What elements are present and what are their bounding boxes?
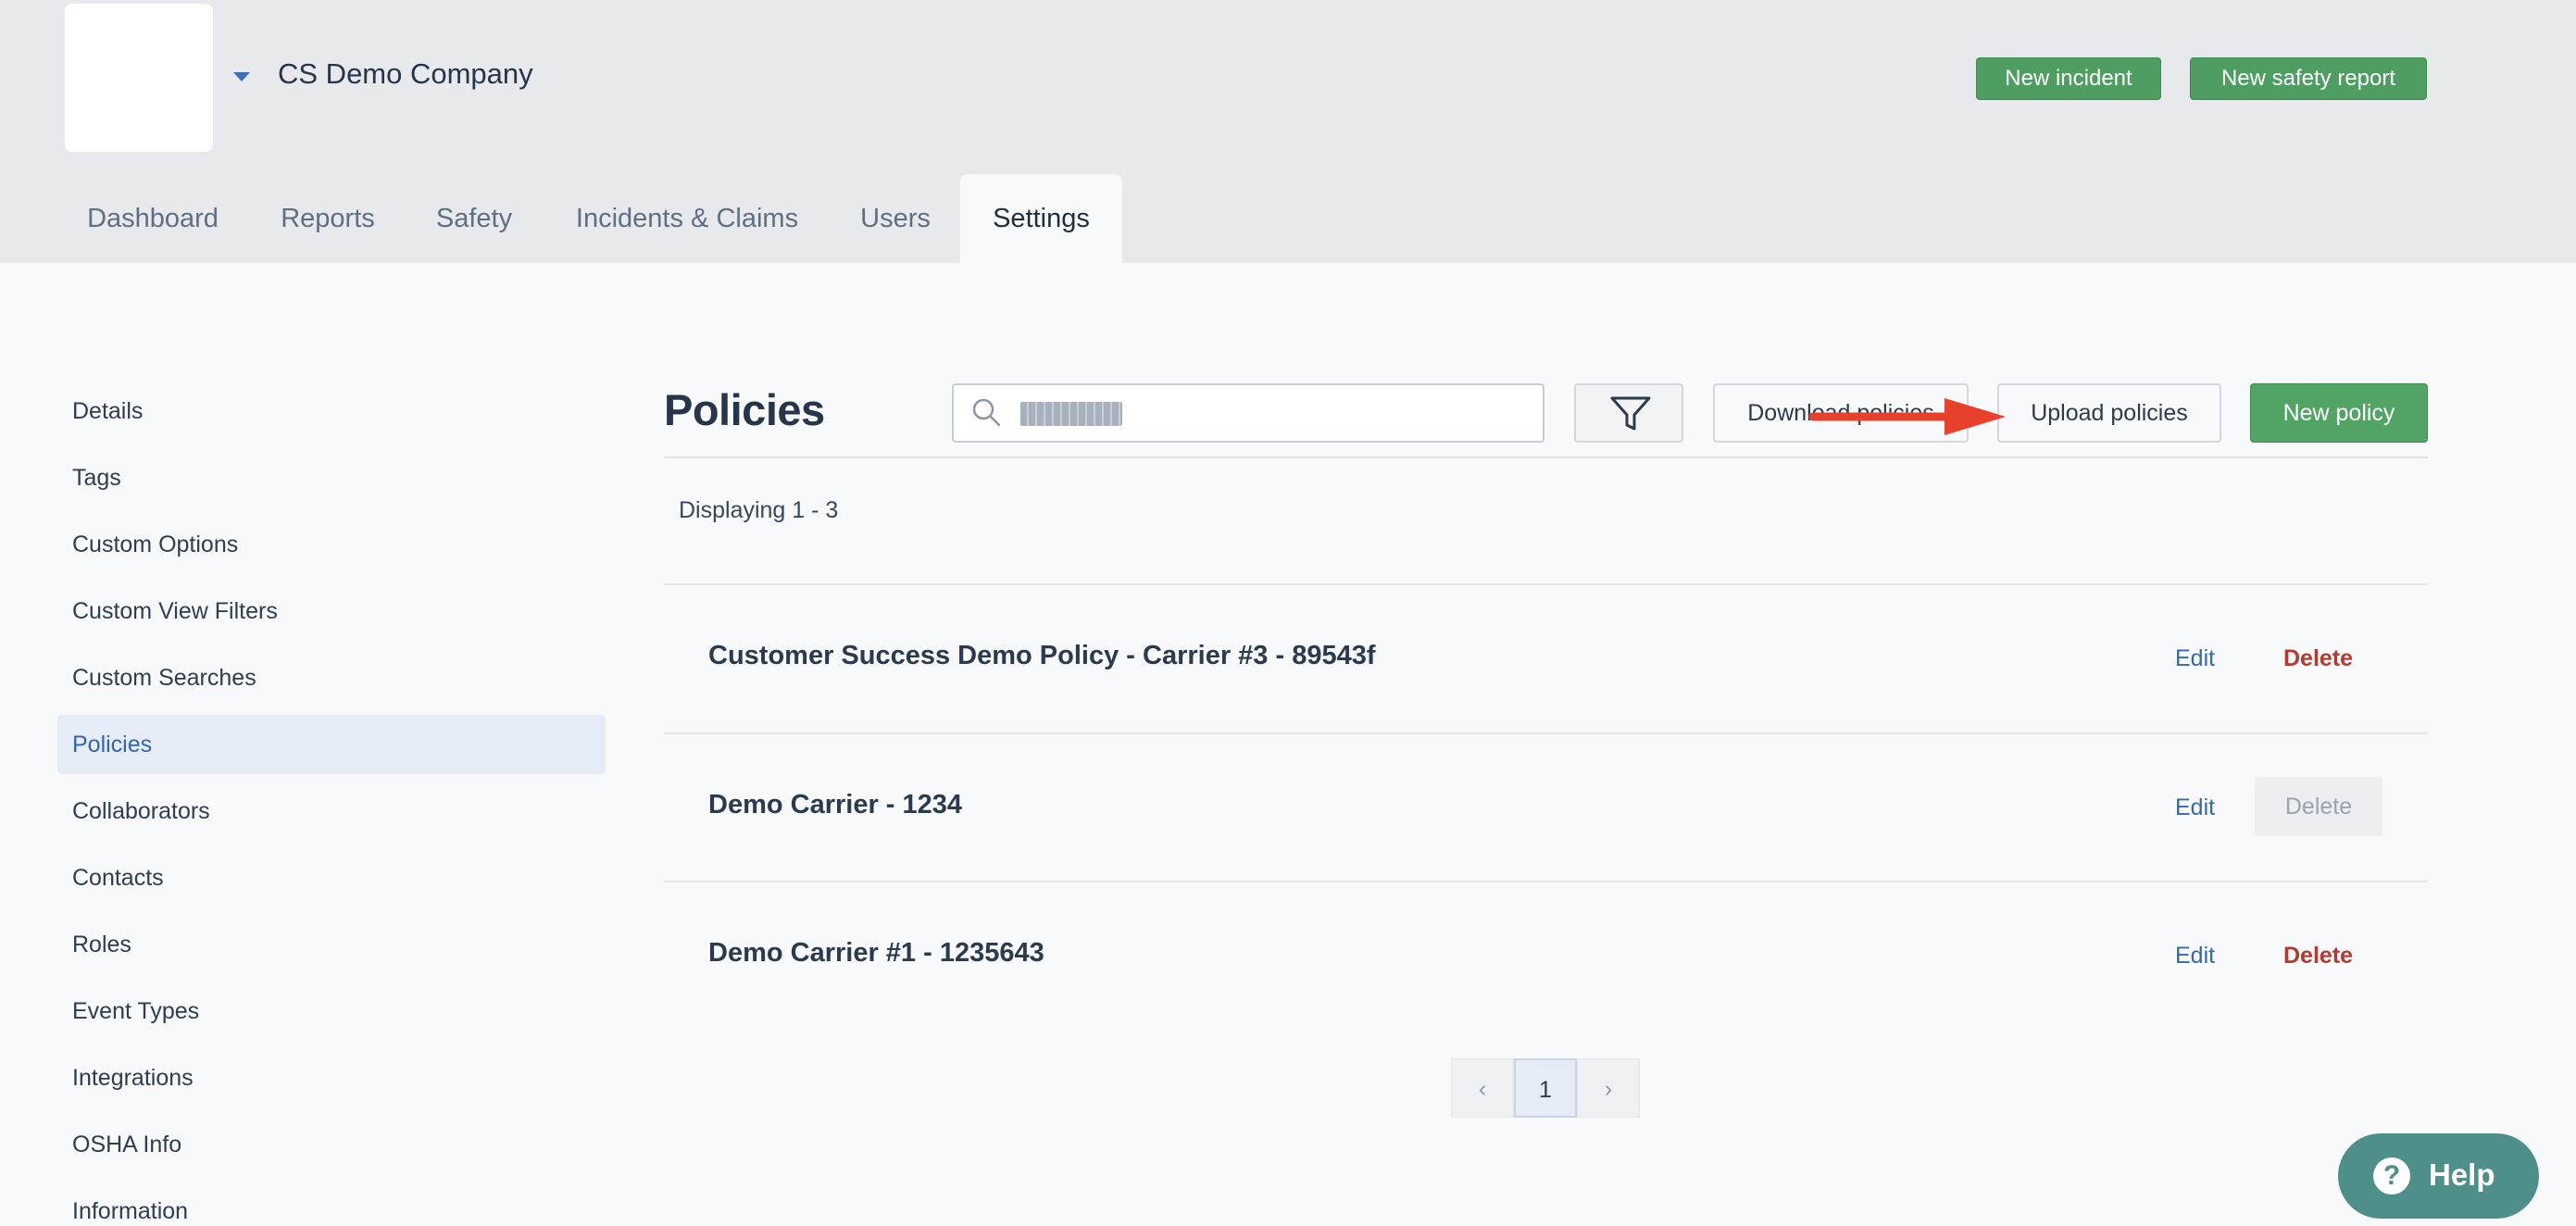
sidebar-item-roles[interactable]: Roles	[57, 915, 606, 974]
sidebar-item-collaborators[interactable]: Collaborators	[57, 782, 606, 841]
page-title: Policies	[664, 385, 825, 434]
previous-page-chevron-icon[interactable]: ‹	[1451, 1058, 1514, 1118]
edit-policy-link[interactable]: Edit	[2175, 645, 2215, 672]
edit-policy-link[interactable]: Edit	[2175, 794, 2215, 821]
sidebar-item-integrations[interactable]: Integrations	[57, 1048, 606, 1107]
tab-reports[interactable]: Reports	[261, 174, 394, 263]
new-safety-report-button[interactable]: New safety report	[2190, 57, 2427, 100]
company-name[interactable]: CS Demo Company	[278, 57, 533, 91]
question-circle-icon: ?	[2373, 1157, 2410, 1195]
delete-policy-link[interactable]: Delete	[2283, 943, 2353, 970]
policy-name[interactable]: Demo Carrier - 1234	[708, 790, 962, 820]
edit-policy-link[interactable]: Edit	[2175, 943, 2215, 970]
row-divider	[664, 732, 2428, 734]
policy-name[interactable]: Customer Success Demo Policy - Carrier #…	[708, 641, 1376, 671]
policy-name[interactable]: Demo Carrier #1 - 1235643	[708, 938, 1044, 969]
sidebar-item-custom-options[interactable]: Custom Options	[57, 515, 606, 574]
upload-policies-button[interactable]: Upload policies	[1997, 383, 2221, 443]
company-logo[interactable]	[65, 4, 213, 152]
tab-users[interactable]: Users	[841, 174, 950, 263]
company-dropdown-caret-icon[interactable]	[233, 72, 250, 81]
sidebar-item-event-types[interactable]: Event Types	[57, 982, 606, 1041]
page-number-current[interactable]: 1	[1514, 1058, 1577, 1118]
search-input[interactable]	[952, 383, 1544, 443]
new-policy-button[interactable]: New policy	[2250, 383, 2428, 443]
row-divider	[664, 583, 2428, 585]
sidebar-item-custom-view-filters[interactable]: Custom View Filters	[57, 582, 606, 641]
tab-dashboard[interactable]: Dashboard	[65, 174, 241, 263]
row-divider	[664, 881, 2428, 882]
tab-safety[interactable]: Safety	[415, 174, 533, 263]
help-button[interactable]: ? Help	[2338, 1133, 2539, 1219]
help-label: Help	[2429, 1157, 2495, 1192]
top-header: CS Demo Company New incident New safety …	[0, 0, 2576, 263]
sidebar-item-policies[interactable]: Policies	[57, 715, 606, 774]
title-divider	[664, 457, 2428, 458]
new-incident-button[interactable]: New incident	[1976, 57, 2161, 100]
tab-incidents-claims[interactable]: Incidents & Claims	[554, 174, 820, 263]
filter-button[interactable]	[1574, 383, 1683, 443]
annotation-arrow-icon	[1806, 389, 2009, 449]
tab-settings[interactable]: Settings	[960, 174, 1122, 263]
next-page-chevron-icon[interactable]: ›	[1577, 1058, 1640, 1118]
sidebar-item-custom-searches[interactable]: Custom Searches	[57, 648, 606, 707]
search-icon	[970, 396, 1004, 434]
sidebar-item-information[interactable]: Information	[57, 1182, 606, 1226]
sidebar-item-contacts[interactable]: Contacts	[57, 848, 606, 907]
search-placeholder-redacted	[1020, 402, 1122, 426]
delete-policy-link[interactable]: Delete	[2283, 645, 2353, 672]
sidebar-item-tags[interactable]: Tags	[57, 448, 606, 507]
delete-policy-button-disabled: Delete	[2255, 777, 2382, 836]
sidebar-item-details[interactable]: Details	[57, 382, 606, 441]
sidebar-item-osha-info[interactable]: OSHA Info	[57, 1115, 606, 1174]
displaying-count: Displaying 1 - 3	[679, 497, 839, 523]
